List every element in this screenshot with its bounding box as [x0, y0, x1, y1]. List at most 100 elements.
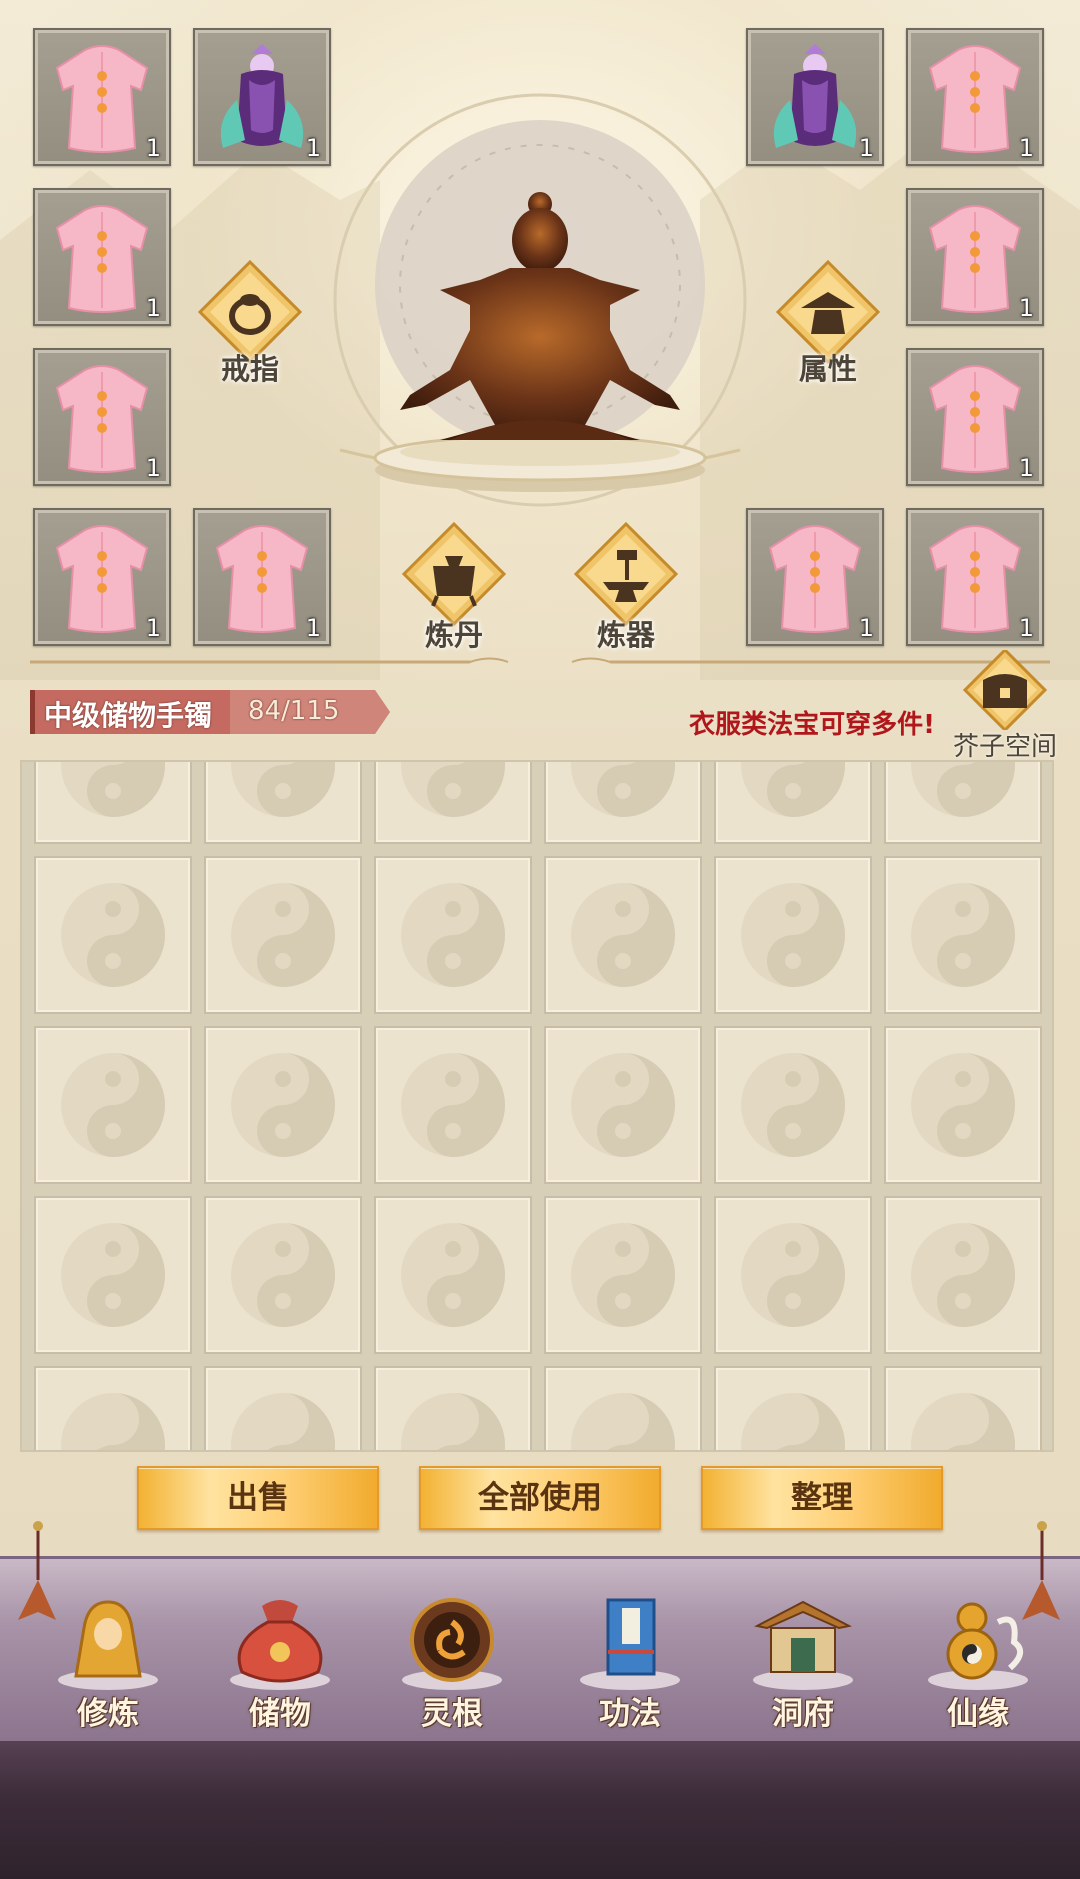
inventory-slot[interactable]: [544, 762, 702, 844]
inventory-slot[interactable]: [714, 856, 872, 1014]
yin-yang-icon: [61, 1053, 165, 1157]
inventory-slot[interactable]: [374, 1366, 532, 1450]
yin-yang-icon: [231, 1393, 335, 1450]
sell-button[interactable]: 出售: [137, 1466, 379, 1530]
yin-yang-icon: [571, 883, 675, 987]
sort-button[interactable]: 整理: [701, 1466, 943, 1530]
item-count: 1: [1018, 614, 1034, 642]
nav-item-fate[interactable]: 仙缘: [903, 1592, 1053, 1732]
bag-name: 中级储物手镯: [44, 699, 213, 732]
use-all-button[interactable]: 全部使用: [419, 1466, 661, 1530]
inventory-slot[interactable]: [34, 1366, 192, 1450]
item-count: 1: [1018, 454, 1034, 482]
yin-yang-icon: [911, 1393, 1015, 1450]
yin-yang-icon: [401, 762, 505, 817]
inventory-slot[interactable]: [714, 1026, 872, 1184]
inventory-slot[interactable]: [544, 856, 702, 1014]
equip-slot[interactable]: 1: [906, 188, 1044, 326]
cave-dwelling-icon: [753, 1600, 853, 1690]
inventory-slot[interactable]: [204, 1366, 362, 1450]
inventory-slot[interactable]: [884, 762, 1042, 844]
yin-yang-icon: [401, 1223, 505, 1327]
nav-item-storage[interactable]: 储物: [205, 1592, 355, 1732]
item-count: 1: [1018, 294, 1034, 322]
inventory-slot[interactable]: [544, 1366, 702, 1450]
equip-slot[interactable]: 1: [746, 508, 884, 646]
scripture-book-icon: [580, 1598, 680, 1690]
equip-slot[interactable]: 1: [33, 508, 171, 646]
inventory-slot[interactable]: [34, 762, 192, 844]
inventory-slot[interactable]: [714, 1196, 872, 1354]
nav-item-spirit-root[interactable]: 灵根: [377, 1592, 527, 1732]
bag-capacity: 84/115: [248, 696, 340, 726]
item-count: 1: [145, 294, 161, 322]
yin-yang-icon: [401, 883, 505, 987]
equip-slot[interactable]: 1: [906, 28, 1044, 166]
alchemy-button[interactable]: 炼丹: [379, 518, 529, 668]
inventory-slot[interactable]: [204, 1196, 362, 1354]
item-count: 1: [145, 134, 161, 162]
inventory-slot[interactable]: [204, 1026, 362, 1184]
meditating-character: [373, 192, 707, 492]
item-count: 1: [305, 134, 321, 162]
gourd-icon: [928, 1602, 1028, 1690]
yin-yang-icon: [571, 762, 675, 817]
equip-slot[interactable]: 1: [33, 348, 171, 486]
spirit-root-icon: [402, 1598, 502, 1690]
ring-button[interactable]: 戒指: [175, 252, 325, 402]
inventory-slot[interactable]: [884, 1366, 1042, 1450]
inventory-slot[interactable]: [544, 1026, 702, 1184]
inventory-slot[interactable]: [204, 762, 362, 844]
inventory-slot[interactable]: [204, 856, 362, 1014]
equip-slot[interactable]: 1: [33, 28, 171, 166]
inventory-slot[interactable]: [544, 1196, 702, 1354]
equip-slot[interactable]: 1: [33, 188, 171, 326]
inventory-slot[interactable]: [884, 1196, 1042, 1354]
yin-yang-icon: [231, 1053, 335, 1157]
mustard-space-button[interactable]: 芥子空间: [945, 647, 1065, 762]
yin-yang-icon: [911, 762, 1015, 817]
nav-item-technique[interactable]: 功法: [555, 1592, 705, 1732]
equip-slot[interactable]: 1: [906, 348, 1044, 486]
equip-slot[interactable]: 1: [906, 508, 1044, 646]
item-count: 1: [1018, 134, 1034, 162]
equip-slot[interactable]: 1: [193, 28, 331, 166]
inventory-slot[interactable]: [34, 1026, 192, 1184]
divider-left: [30, 657, 509, 664]
forge-button[interactable]: 炼器: [551, 518, 701, 668]
nav-item-cave-dwelling[interactable]: 洞府: [728, 1592, 878, 1732]
game-screen: 1 1 1 1 1 1 1 1 1 1 1 1 戒指 属性 炼丹 炼器 中级储物…: [0, 0, 1080, 1879]
yin-yang-icon: [571, 1053, 675, 1157]
bottom-nav-base: [0, 1741, 1080, 1879]
yin-yang-icon: [571, 1393, 675, 1450]
attributes-label: 属性: [798, 352, 857, 386]
equip-slot[interactable]: 1: [746, 28, 884, 166]
forge-label: 炼器: [596, 618, 655, 652]
inventory-slot[interactable]: [374, 1026, 532, 1184]
inventory-slot[interactable]: [374, 762, 532, 844]
inventory-slot[interactable]: [34, 856, 192, 1014]
inventory-slot[interactable]: [714, 762, 872, 844]
inventory-slot[interactable]: [884, 1026, 1042, 1184]
inventory-slot[interactable]: [884, 856, 1042, 1014]
yin-yang-icon: [61, 762, 165, 817]
yin-yang-icon: [61, 883, 165, 987]
attributes-button[interactable]: 属性: [753, 252, 903, 402]
yin-yang-icon: [741, 1223, 845, 1327]
inventory-slot[interactable]: [374, 856, 532, 1014]
item-count: 1: [145, 454, 161, 482]
inventory-slot[interactable]: [374, 1196, 532, 1354]
yin-yang-icon: [61, 1393, 165, 1450]
nav-item-cultivate[interactable]: 修炼: [33, 1592, 183, 1732]
yin-yang-icon: [741, 1393, 845, 1450]
mustard-space-label: 芥子空间: [952, 732, 1057, 762]
ring-label: 戒指: [220, 352, 279, 386]
equip-slot[interactable]: 1: [193, 508, 331, 646]
nav-label-cultivate: 修炼: [77, 1696, 139, 1732]
inventory-slot[interactable]: [34, 1196, 192, 1354]
inventory-slot[interactable]: [714, 1366, 872, 1450]
yin-yang-icon: [401, 1053, 505, 1157]
nav-label-fate: 仙缘: [947, 1696, 1009, 1732]
yin-yang-icon: [401, 1393, 505, 1450]
item-count: 1: [858, 134, 874, 162]
